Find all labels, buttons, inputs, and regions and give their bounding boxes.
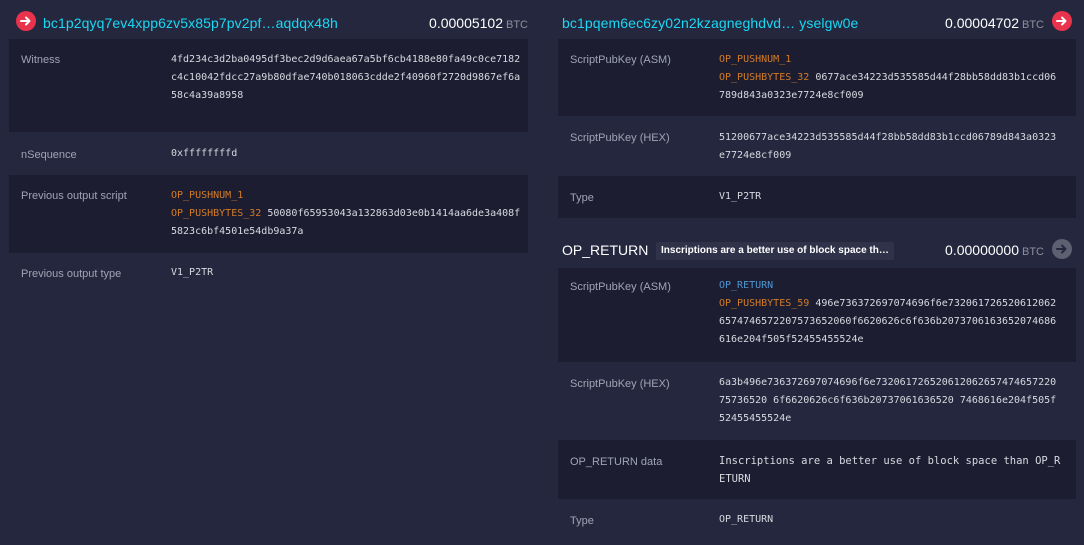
output-amount-value: 0.00004702 (945, 15, 1019, 31)
output-asm-row: ScriptPubKey (ASM) OP_PUSHNUM_1 OP_PUSHBY… (558, 39, 1076, 116)
prev-output-type-value: V1_P2TR (171, 267, 214, 278)
input-address-link[interactable]: bc1p2qyq7ev4xpp6zv5x85p7pv2pf…aqdqx48h (43, 15, 338, 31)
op-return-amount-unit: BTC (1022, 246, 1044, 258)
input-amount-unit: BTC (506, 19, 528, 31)
op-return-data-row: OP_RETURN data Inscriptions are a better… (558, 440, 1076, 499)
output-type-label: Type (570, 192, 594, 204)
prev-output-script-value: OP_PUSHNUM_1 OP_PUSHBYTES_32 50080f659530… (171, 187, 521, 241)
op-return-type-value: OP_RETURN (719, 514, 774, 525)
op-return-data-value: Inscriptions are a better use of block s… (719, 455, 1061, 485)
opcode-pushnum: OP_PUSHNUM_1 (719, 54, 792, 65)
outputs-panel: bc1pqem6ec6zy02n2kzagneghdvd… yselgw0e 0… (558, 0, 1076, 527)
prev-output-script-label: Previous output script (21, 190, 127, 202)
op-return-type-row: Type OP_RETURN (558, 499, 1076, 545)
input-amount-value: 0.00005102 (429, 15, 503, 31)
input-amount: 0.00005102 BTC (429, 15, 528, 31)
op-return-hex-label: ScriptPubKey (HEX) (570, 378, 670, 390)
op-return-type-label: Type (570, 515, 594, 527)
nsequence-row: nSequence 0xffffffffd (9, 132, 528, 175)
op-return-amount: 0.00000000 BTC (945, 242, 1044, 258)
op-return-data-label: OP_RETURN data (570, 456, 663, 468)
op-return-hex-value: 6a3b496e736372697074696f6e73206172652061… (719, 377, 1057, 424)
opcode-pushnum: OP_PUSHNUM_1 (171, 190, 244, 201)
op-return-asm-value: OP_RETURN OP_PUSHBYTES_59 496e73637269707… (719, 277, 1062, 349)
output-amount: 0.00004702 BTC (945, 15, 1044, 31)
output-type-row: Type V1_P2TR (558, 176, 1076, 218)
arrow-right-icon[interactable] (16, 11, 36, 31)
output-hex-row: ScriptPubKey (HEX) 51200677ace34223d5355… (558, 116, 1076, 176)
output-amount-unit: BTC (1022, 19, 1044, 31)
output-hex-label: ScriptPubKey (HEX) (570, 132, 670, 144)
output-asm-value: OP_PUSHNUM_1 OP_PUSHBYTES_32 0677ace34223… (719, 51, 1062, 105)
prev-output-type-row: Previous output type V1_P2TR (9, 253, 528, 293)
witness-label: Witness (21, 54, 61, 66)
opcode-pushbytes: OP_PUSHBYTES_32 (171, 208, 262, 219)
op-return-asm-row: ScriptPubKey (ASM) OP_RETURN OP_PUSHBYTES… (558, 268, 1076, 362)
output-type-value: V1_P2TR (719, 191, 762, 202)
nsequence-label: nSequence (21, 149, 77, 161)
opcode-pushbytes: OP_PUSHBYTES_32 (719, 72, 810, 83)
prev-output-type-label: Previous output type (21, 268, 122, 280)
opcode-return: OP_RETURN (719, 280, 774, 291)
prev-output-script-row: Previous output script OP_PUSHNUM_1 OP_PU… (9, 175, 528, 253)
op-return-asm-label: ScriptPubKey (ASM) (570, 281, 671, 293)
output-address-link[interactable]: bc1pqem6ec6zy02n2kzagneghdvd… yselgw0e (562, 15, 858, 31)
op-return-title: OP_RETURN (562, 242, 649, 258)
output-hex-value: 51200677ace34223d535585d44f28bb58dd83b1c… (719, 132, 1057, 161)
witness-row: Witness 4fd234c3d2ba0495df3bec2d9d6aea67… (9, 39, 528, 132)
witness-value: 4fd234c3d2ba0495df3bec2d9d6aea67a5bf6cb4… (171, 54, 521, 101)
op-return-hex-row: ScriptPubKey (HEX) 6a3b496e7363726970746… (558, 362, 1076, 440)
nsequence-value: 0xffffffffd (171, 148, 238, 159)
op-return-amount-value: 0.00000000 (945, 242, 1019, 258)
output-asm-label: ScriptPubKey (ASM) (570, 54, 671, 66)
opcode-pushbytes: OP_PUSHBYTES_59 (719, 298, 810, 309)
arrow-right-icon[interactable] (1052, 11, 1072, 31)
op-return-badge: Inscriptions are a better use of block s… (656, 242, 894, 260)
input-panel: bc1p2qyq7ev4xpp6zv5x85p7pv2pf…aqdqx48h 0… (9, 0, 528, 280)
arrow-right-icon[interactable] (1052, 239, 1072, 259)
